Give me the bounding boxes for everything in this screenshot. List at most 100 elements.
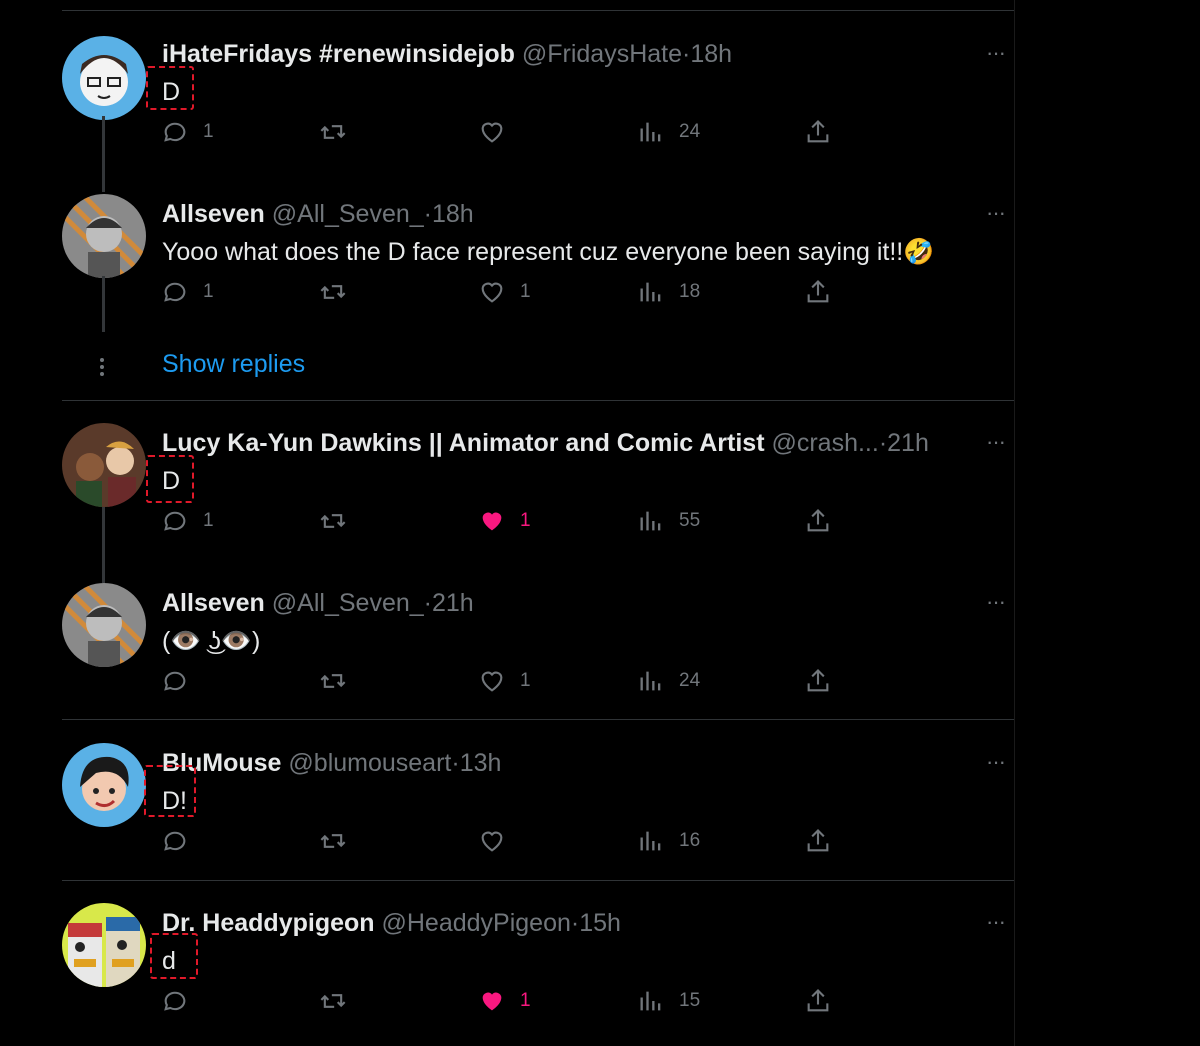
- share-button[interactable]: [804, 825, 832, 857]
- reply-button[interactable]: 1: [161, 505, 214, 537]
- retweet-icon: [320, 994, 346, 1008]
- tweet-header: Dr. Headdypigeon @HeaddyPigeon·15h: [162, 907, 621, 939]
- tweet-allseven-2[interactable]: Allseven @All_Seven_·21h ··· (👁️ ͜ʖ👁️) 1…: [0, 579, 1014, 709]
- views-icon: [640, 671, 661, 691]
- more-icon[interactable]: ···: [986, 40, 1006, 66]
- display-name[interactable]: iHateFridays #renewinsidejob: [162, 40, 515, 68]
- views-button[interactable]: 55: [637, 505, 700, 537]
- timestamp[interactable]: 15h: [579, 909, 621, 937]
- show-replies-link[interactable]: Show replies: [162, 350, 305, 379]
- timestamp[interactable]: 21h: [887, 429, 929, 457]
- more-icon[interactable]: ···: [986, 200, 1006, 226]
- avatar[interactable]: [62, 743, 146, 827]
- tweet-ifridays[interactable]: iHateFridays #renewinsidejob @FridaysHat…: [0, 30, 1014, 160]
- more-icon[interactable]: ···: [986, 909, 1006, 935]
- views-count: 55: [679, 510, 701, 531]
- handle[interactable]: @crash...: [771, 429, 878, 457]
- action-bar: 1 15: [0, 985, 1014, 1017]
- views-count: 16: [679, 830, 701, 851]
- reply-button[interactable]: 1: [161, 276, 214, 308]
- views-icon: [640, 511, 661, 531]
- retweet-button[interactable]: [319, 276, 347, 308]
- timestamp[interactable]: 21h: [432, 589, 474, 617]
- tweet-header: iHateFridays #renewinsidejob @FridaysHat…: [162, 38, 732, 70]
- views-button[interactable]: 18: [637, 276, 700, 308]
- avatar[interactable]: [62, 583, 146, 667]
- tweet-allseven-1[interactable]: Allseven @All_Seven_·18h ··· Yooo what d…: [0, 190, 1014, 340]
- more-icon[interactable]: ···: [986, 589, 1006, 615]
- timestamp[interactable]: 18h: [432, 200, 474, 228]
- action-bar: 1 24: [0, 116, 1014, 148]
- more-replies-dots: [100, 355, 106, 379]
- reply-button[interactable]: 1: [161, 116, 214, 148]
- action-bar: 1 1 18: [0, 276, 1014, 308]
- reply-icon: [164, 671, 186, 691]
- like-button[interactable]: 1: [478, 505, 531, 537]
- reply-icon: [164, 991, 186, 1011]
- share-button[interactable]: [804, 665, 832, 697]
- retweet-button[interactable]: [319, 665, 347, 697]
- timestamp[interactable]: 13h: [460, 749, 502, 777]
- separator-dot: ·: [451, 749, 460, 777]
- highlight-box: [146, 455, 194, 503]
- tweet-header: Allseven @All_Seven_·21h: [162, 587, 474, 619]
- handle[interactable]: @HeaddyPigeon: [382, 909, 571, 937]
- display-name[interactable]: Lucy Ka-Yun Dawkins || Animator and Comi…: [162, 429, 765, 457]
- display-name[interactable]: Allseven: [162, 200, 265, 228]
- views-button[interactable]: 16: [637, 825, 700, 857]
- thread-line: [102, 276, 105, 332]
- views-button[interactable]: 24: [637, 665, 700, 697]
- like-count: 1: [520, 510, 531, 531]
- reply-icon: [164, 831, 186, 851]
- handle[interactable]: @blumouseart: [288, 749, 451, 777]
- retweet-button[interactable]: [319, 825, 347, 857]
- like-button[interactable]: [478, 116, 520, 148]
- retweet-icon: [320, 674, 346, 688]
- highlight-box: [150, 933, 198, 979]
- views-button[interactable]: 24: [637, 116, 700, 148]
- tweet-headdypigeon[interactable]: Dr. Headdypigeon @HeaddyPigeon·15h ··· d…: [0, 899, 1014, 1029]
- like-button[interactable]: 1: [478, 985, 531, 1017]
- divider: [62, 10, 1014, 11]
- reply-icon: [164, 282, 186, 302]
- like-button[interactable]: 1: [478, 665, 531, 697]
- reply-button[interactable]: [161, 665, 203, 697]
- handle[interactable]: @All_Seven_: [272, 589, 424, 617]
- timestamp[interactable]: 18h: [690, 40, 732, 68]
- like-icon: [481, 671, 503, 692]
- share-icon: [807, 989, 829, 1012]
- display-name[interactable]: Allseven: [162, 589, 265, 617]
- retweet-icon: [320, 514, 346, 528]
- share-button[interactable]: [804, 116, 832, 148]
- handle[interactable]: @FridaysHate: [522, 40, 682, 68]
- like-button[interactable]: 1: [478, 276, 531, 308]
- avatar[interactable]: [62, 423, 146, 507]
- like-count: 1: [520, 670, 531, 691]
- highlight-box: [144, 765, 196, 817]
- like-button[interactable]: [478, 825, 520, 857]
- avatar[interactable]: [62, 194, 146, 278]
- share-button[interactable]: [804, 985, 832, 1017]
- avatar[interactable]: [62, 36, 146, 120]
- retweet-button[interactable]: [319, 985, 347, 1017]
- views-button[interactable]: 15: [637, 985, 700, 1017]
- more-icon[interactable]: ···: [986, 429, 1006, 455]
- share-icon: [807, 829, 829, 852]
- like-count: 1: [520, 990, 531, 1011]
- retweet-button[interactable]: [319, 505, 347, 537]
- separator-dot: ·: [423, 200, 432, 228]
- tweet-blumouse[interactable]: BluMouse @blumouseart·13h ··· D! 16: [0, 739, 1014, 869]
- reply-button[interactable]: [161, 825, 203, 857]
- thread-line: [102, 507, 105, 583]
- avatar[interactable]: [62, 903, 146, 987]
- reply-button[interactable]: [161, 985, 203, 1017]
- highlight-box: [146, 66, 194, 110]
- more-icon[interactable]: ···: [986, 749, 1006, 775]
- share-button[interactable]: [804, 276, 832, 308]
- share-button[interactable]: [804, 505, 832, 537]
- tweet-text: (👁️ ͜ʖ👁️): [162, 627, 261, 655]
- retweet-button[interactable]: [319, 116, 347, 148]
- tweet-lucy[interactable]: Lucy Ka-Yun Dawkins || Animator and Comi…: [0, 419, 1014, 549]
- divider: [62, 719, 1014, 720]
- handle[interactable]: @All_Seven_: [272, 200, 424, 228]
